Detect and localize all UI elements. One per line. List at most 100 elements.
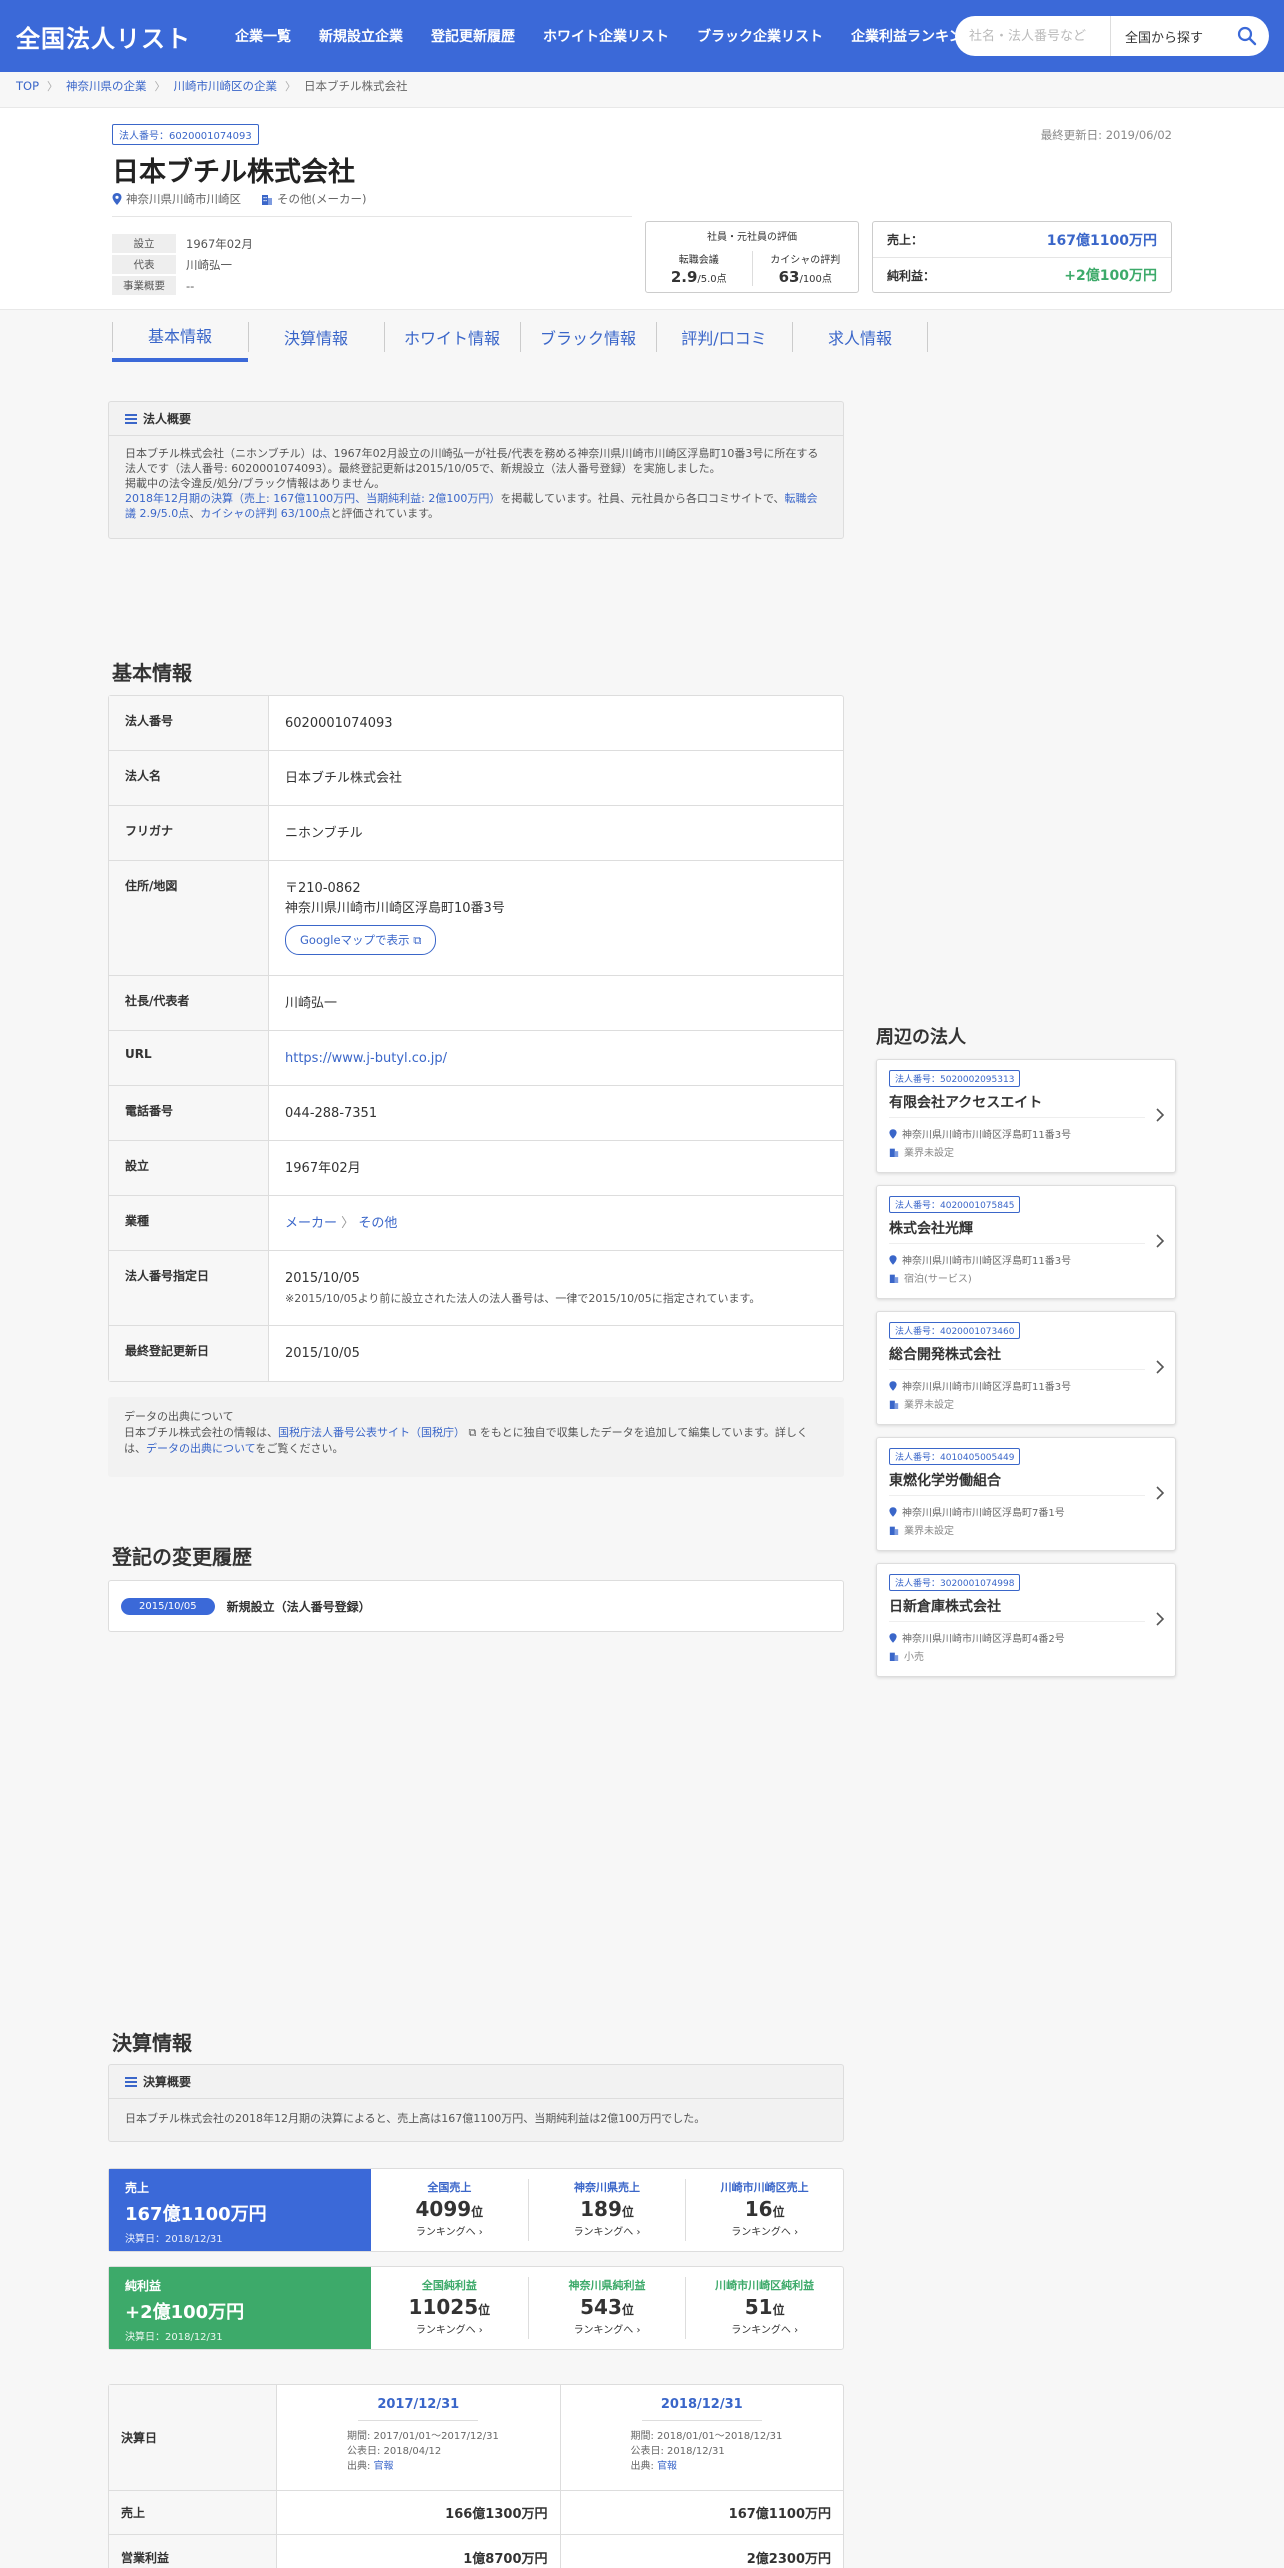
company-name: 日本ブチル株式会社 bbox=[112, 157, 355, 188]
sales-ranking-card: 売上 167億1100万円 決算日：2018/12/31 全国売上 4099位 ラン… bbox=[108, 2168, 844, 2252]
breadcrumb-top[interactable]: TOP bbox=[16, 79, 39, 93]
tab-black-info[interactable]: ブラック情報 bbox=[520, 312, 656, 362]
nav-black-list[interactable]: ブラック企業リスト bbox=[697, 26, 823, 46]
site-logo[interactable]: 全国法人リスト bbox=[16, 19, 191, 54]
financial-table: 決算日 2017/12/31 期間: 2017/01/01〜2017/12/31… bbox=[108, 2384, 844, 2568]
tab-financial-info[interactable]: 決算情報 bbox=[248, 312, 384, 362]
tab-jobs[interactable]: 求人情報 bbox=[792, 312, 928, 362]
tab-reviews[interactable]: 評判/口コミ bbox=[656, 312, 792, 362]
google-map-label: Googleマップで表示 bbox=[300, 933, 410, 947]
tenshoku-kaigi-score[interactable]: 転職会議 2.9/5.0点 bbox=[646, 251, 752, 286]
rank-unit: 位 bbox=[772, 2303, 785, 2317]
nav-white-list[interactable]: ホワイト企業リスト bbox=[543, 26, 669, 46]
sales-value: 167億1100万円 bbox=[1046, 232, 1157, 249]
search-area-select[interactable]: 全国から探す bbox=[1110, 16, 1210, 56]
breadcrumb-city[interactable]: 川崎市川崎区の企業 bbox=[174, 78, 278, 94]
designation-note: ※2015/10/05より前に設立された法人の法人番号は、一律で2015/10/… bbox=[285, 1292, 761, 1305]
profit-label: 純利益： bbox=[887, 268, 936, 283]
gazette-link[interactable]: 官報 bbox=[374, 2461, 394, 2472]
industry-link-maker[interactable]: メーカー bbox=[285, 1216, 337, 1231]
building-icon bbox=[889, 1400, 899, 1409]
nearby-company-card[interactable]: 法人番号：4010405005449 東燃化学労働組合 神奈川県川崎市川崎区浮島町7… bbox=[876, 1437, 1176, 1551]
ranking-link[interactable]: ランキングへ bbox=[574, 2227, 634, 2238]
industry-link-other[interactable]: その他 bbox=[358, 1216, 397, 1231]
corporate-number-badge: 法人番号：5020002095313 bbox=[889, 1070, 1021, 1087]
breadcrumb-prefecture[interactable]: 神奈川県の企業 bbox=[66, 78, 147, 94]
nearby-company-card[interactable]: 法人番号：4020001075845 株式会社光輝 神奈川県川崎市川崎区浮島町11番… bbox=[876, 1185, 1176, 1299]
table-row: 業種 メーカー 〉 その他 bbox=[109, 1196, 843, 1251]
table-row: 営業利益 1億8700万円 2億2300万円 bbox=[109, 2535, 843, 2568]
building-icon bbox=[889, 1274, 899, 1283]
score-unit: /5.0点 bbox=[697, 274, 727, 285]
profit-rank-city[interactable]: 川崎市川崎区純利益 51位 ランキングへ › bbox=[685, 2277, 843, 2339]
est-value: 1967年02月 bbox=[186, 236, 253, 251]
kaisha-hyouban-score[interactable]: カイシャの評判 63/100点 bbox=[751, 251, 859, 286]
source-title: データの出典について bbox=[124, 1410, 234, 1423]
source-label: 出典: bbox=[347, 2461, 374, 2472]
company-url-link[interactable]: https://www.j-butyl.co.jp/ bbox=[285, 1051, 447, 1066]
chevron-right-icon: 〉 bbox=[341, 1216, 355, 1231]
company-industry: その他(メーカー) bbox=[277, 192, 367, 206]
row-label: 法人番号 bbox=[109, 696, 269, 750]
google-map-button[interactable]: Googleマップで表示 ⧉ bbox=[285, 925, 437, 955]
ranking-link[interactable]: ランキングへ bbox=[416, 2227, 476, 2238]
evaluation-title: 社員・元社員の評価 bbox=[707, 232, 797, 243]
list-icon bbox=[125, 413, 137, 424]
biz-value: -- bbox=[186, 278, 195, 293]
nearby-company-name: 有限会社アクセスエイト bbox=[889, 1095, 1043, 1111]
divider bbox=[889, 1243, 1145, 1244]
tab-white-info[interactable]: ホワイト情報 bbox=[384, 312, 520, 362]
chevron-right-icon: › bbox=[794, 2227, 799, 2238]
est-row: 設立 1967年02月 bbox=[112, 234, 253, 253]
nav-company-list[interactable]: 企業一覧 bbox=[235, 26, 291, 46]
score-label: カイシャの評判 bbox=[770, 255, 841, 266]
ranking-link[interactable]: ランキングへ bbox=[416, 2325, 476, 2336]
overview-financial-link[interactable]: 2018年12月期の決算（売上: 167億1100万円、当期純利益: 2億100… bbox=[125, 492, 500, 505]
table-row: URL https://www.j-butyl.co.jp/ bbox=[109, 1031, 843, 1086]
main-nav: 企業一覧 新規設立企業 登記更新履歴 ホワイト企業リスト ブラック企業リスト 企… bbox=[235, 26, 1005, 46]
map-pin-icon bbox=[112, 193, 122, 205]
nearby-company-card[interactable]: 法人番号：5020002095313 有限会社アクセスエイト 神奈川県川崎市川崎区浮… bbox=[876, 1059, 1176, 1173]
map-pin-icon bbox=[889, 1632, 897, 1643]
sales-cell: 166億1300万円 bbox=[277, 2491, 561, 2534]
nav-registry-history[interactable]: 登記更新履歴 bbox=[431, 26, 515, 46]
chevron-right-icon: 〉 bbox=[285, 80, 297, 93]
fiscal-date: 2018/12/31 bbox=[660, 2397, 743, 2412]
source-text: をもとに独自で収集したデータを追加して編集しています。詳しく bbox=[479, 1426, 808, 1439]
nav-new-companies[interactable]: 新規設立企業 bbox=[319, 26, 403, 46]
profit-panel: 純利益 +2億100万円 決算日：2018/12/31 bbox=[109, 2267, 371, 2349]
sales-rank-prefecture[interactable]: 神奈川県売上 189位 ランキングへ › bbox=[527, 2179, 686, 2241]
table-row: 設立 1967年02月 bbox=[109, 1141, 843, 1196]
ranking-link[interactable]: ランキングへ bbox=[731, 2325, 791, 2336]
ranking-link[interactable]: ランキングへ bbox=[731, 2227, 791, 2238]
source-text: は、 bbox=[124, 1442, 146, 1455]
phone-value: 044-288-7351 bbox=[285, 1106, 378, 1121]
rank-value: 4099 bbox=[415, 2197, 472, 2221]
breadcrumb: TOP 〉 神奈川県の企業 〉 川崎市川崎区の企業 〉 日本ブチル株式会社 bbox=[16, 78, 408, 94]
operating-profit-cell: 2億2300万円 bbox=[746, 2551, 831, 2567]
section-tabs: 基本情報 決算情報 ホワイト情報 ブラック情報 評判/口コミ 求人情報 bbox=[112, 312, 928, 362]
divider bbox=[112, 216, 632, 217]
nearby-company-name: 日新倉庫株式会社 bbox=[889, 1599, 1001, 1615]
biz-row: 事業概要 -- bbox=[112, 276, 194, 295]
data-source-link[interactable]: データの出典について bbox=[146, 1442, 255, 1455]
furigana-value: ニホンブチル bbox=[285, 826, 363, 841]
nearby-company-card[interactable]: 法人番号：4020001073460 総合開発株式会社 神奈川県川崎市川崎区浮島町1… bbox=[876, 1311, 1176, 1425]
nearby-company-card[interactable]: 法人番号：3020001074998 日新倉庫株式会社 神奈川県川崎市川崎区浮島町4… bbox=[876, 1563, 1176, 1677]
search-input[interactable] bbox=[955, 16, 1110, 56]
search-icon[interactable] bbox=[1237, 26, 1257, 46]
sales-rank-city[interactable]: 川崎市川崎区売上 16位 ランキングへ › bbox=[685, 2179, 843, 2241]
chevron-right-icon: 〉 bbox=[154, 80, 166, 93]
sales-panel: 売上 167億1100万円 決算日：2018/12/31 bbox=[109, 2169, 371, 2251]
profit-rank-national[interactable]: 全国純利益 11025位 ランキングへ › bbox=[371, 2277, 528, 2339]
gazette-link[interactable]: 官報 bbox=[657, 2461, 677, 2472]
history-text: 新規設立（法人番号登録） bbox=[226, 1599, 371, 1614]
nta-site-link[interactable]: 国税庁法人番号公表サイト（国税庁） bbox=[278, 1426, 465, 1439]
ranking-link[interactable]: ランキングへ bbox=[574, 2325, 634, 2336]
source-text: をご覧ください。 bbox=[255, 1442, 344, 1455]
tab-basic-info[interactable]: 基本情報 bbox=[112, 312, 248, 362]
profit-rank-prefecture[interactable]: 神奈川県純利益 543位 ランキングへ › bbox=[527, 2277, 686, 2339]
overview-kaisha-link[interactable]: カイシャの評判 63/100点 bbox=[200, 507, 330, 520]
sales-rank-national[interactable]: 全国売上 4099位 ランキングへ › bbox=[371, 2179, 528, 2241]
corporate-number-badge: 法人番号：4020001075845 bbox=[889, 1196, 1021, 1213]
